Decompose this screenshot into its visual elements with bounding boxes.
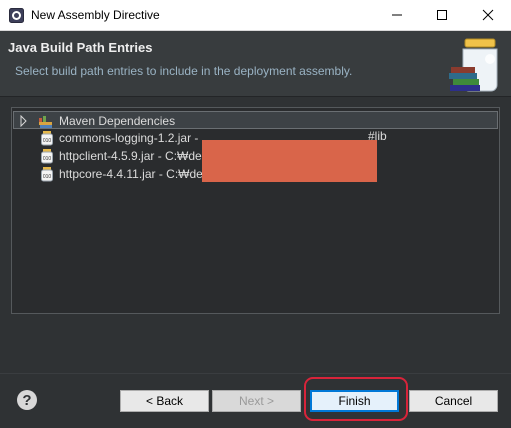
finish-highlight-ring — [304, 377, 408, 421]
library-icon — [39, 116, 52, 128]
tree-item-label: commons-logging-1.2.jar - — [59, 131, 199, 145]
build-path-entries-tree[interactable]: Maven Dependencies 010 commons-logging-1… — [11, 107, 500, 314]
page-title: Java Build Path Entries — [8, 40, 153, 55]
wizard-header: Java Build Path Entries Select build pat… — [0, 31, 511, 97]
minimize-button[interactable] — [374, 0, 419, 30]
close-button[interactable] — [465, 0, 510, 30]
footer-divider — [0, 373, 511, 374]
tree-item-label: httpcore-4.4.11.jar - C:₩de — [59, 167, 203, 181]
cancel-button[interactable]: Cancel — [409, 390, 498, 412]
tree-item-label: httpclient-4.5.9.jar - C:₩de — [59, 149, 202, 163]
svg-text:010: 010 — [43, 174, 52, 180]
close-icon — [482, 9, 493, 21]
back-button[interactable]: < Back — [120, 390, 209, 412]
tree-item-label: Maven Dependencies — [59, 114, 176, 128]
maximize-icon — [436, 10, 447, 20]
minimize-icon — [391, 14, 402, 16]
jar-icon: 010 — [41, 149, 53, 164]
app-icon — [9, 8, 24, 23]
next-button[interactable]: Next > — [212, 390, 301, 412]
redaction-block — [202, 140, 377, 182]
window-title: New Assembly Directive — [31, 8, 160, 22]
tree-item-maven-dependencies[interactable]: Maven Dependencies — [13, 111, 498, 129]
jar-library-banner-icon — [449, 38, 498, 92]
jar-icon: 010 — [41, 167, 53, 182]
help-icon[interactable]: ? — [17, 390, 37, 410]
svg-text:010: 010 — [43, 138, 52, 144]
title-bar: New Assembly Directive — [0, 0, 511, 31]
expand-arrow-icon[interactable] — [19, 115, 29, 127]
maximize-button[interactable] — [419, 0, 464, 30]
jar-icon: 010 — [41, 131, 53, 146]
page-description: Select build path entries to include in … — [15, 64, 353, 78]
svg-text:010: 010 — [43, 156, 52, 162]
